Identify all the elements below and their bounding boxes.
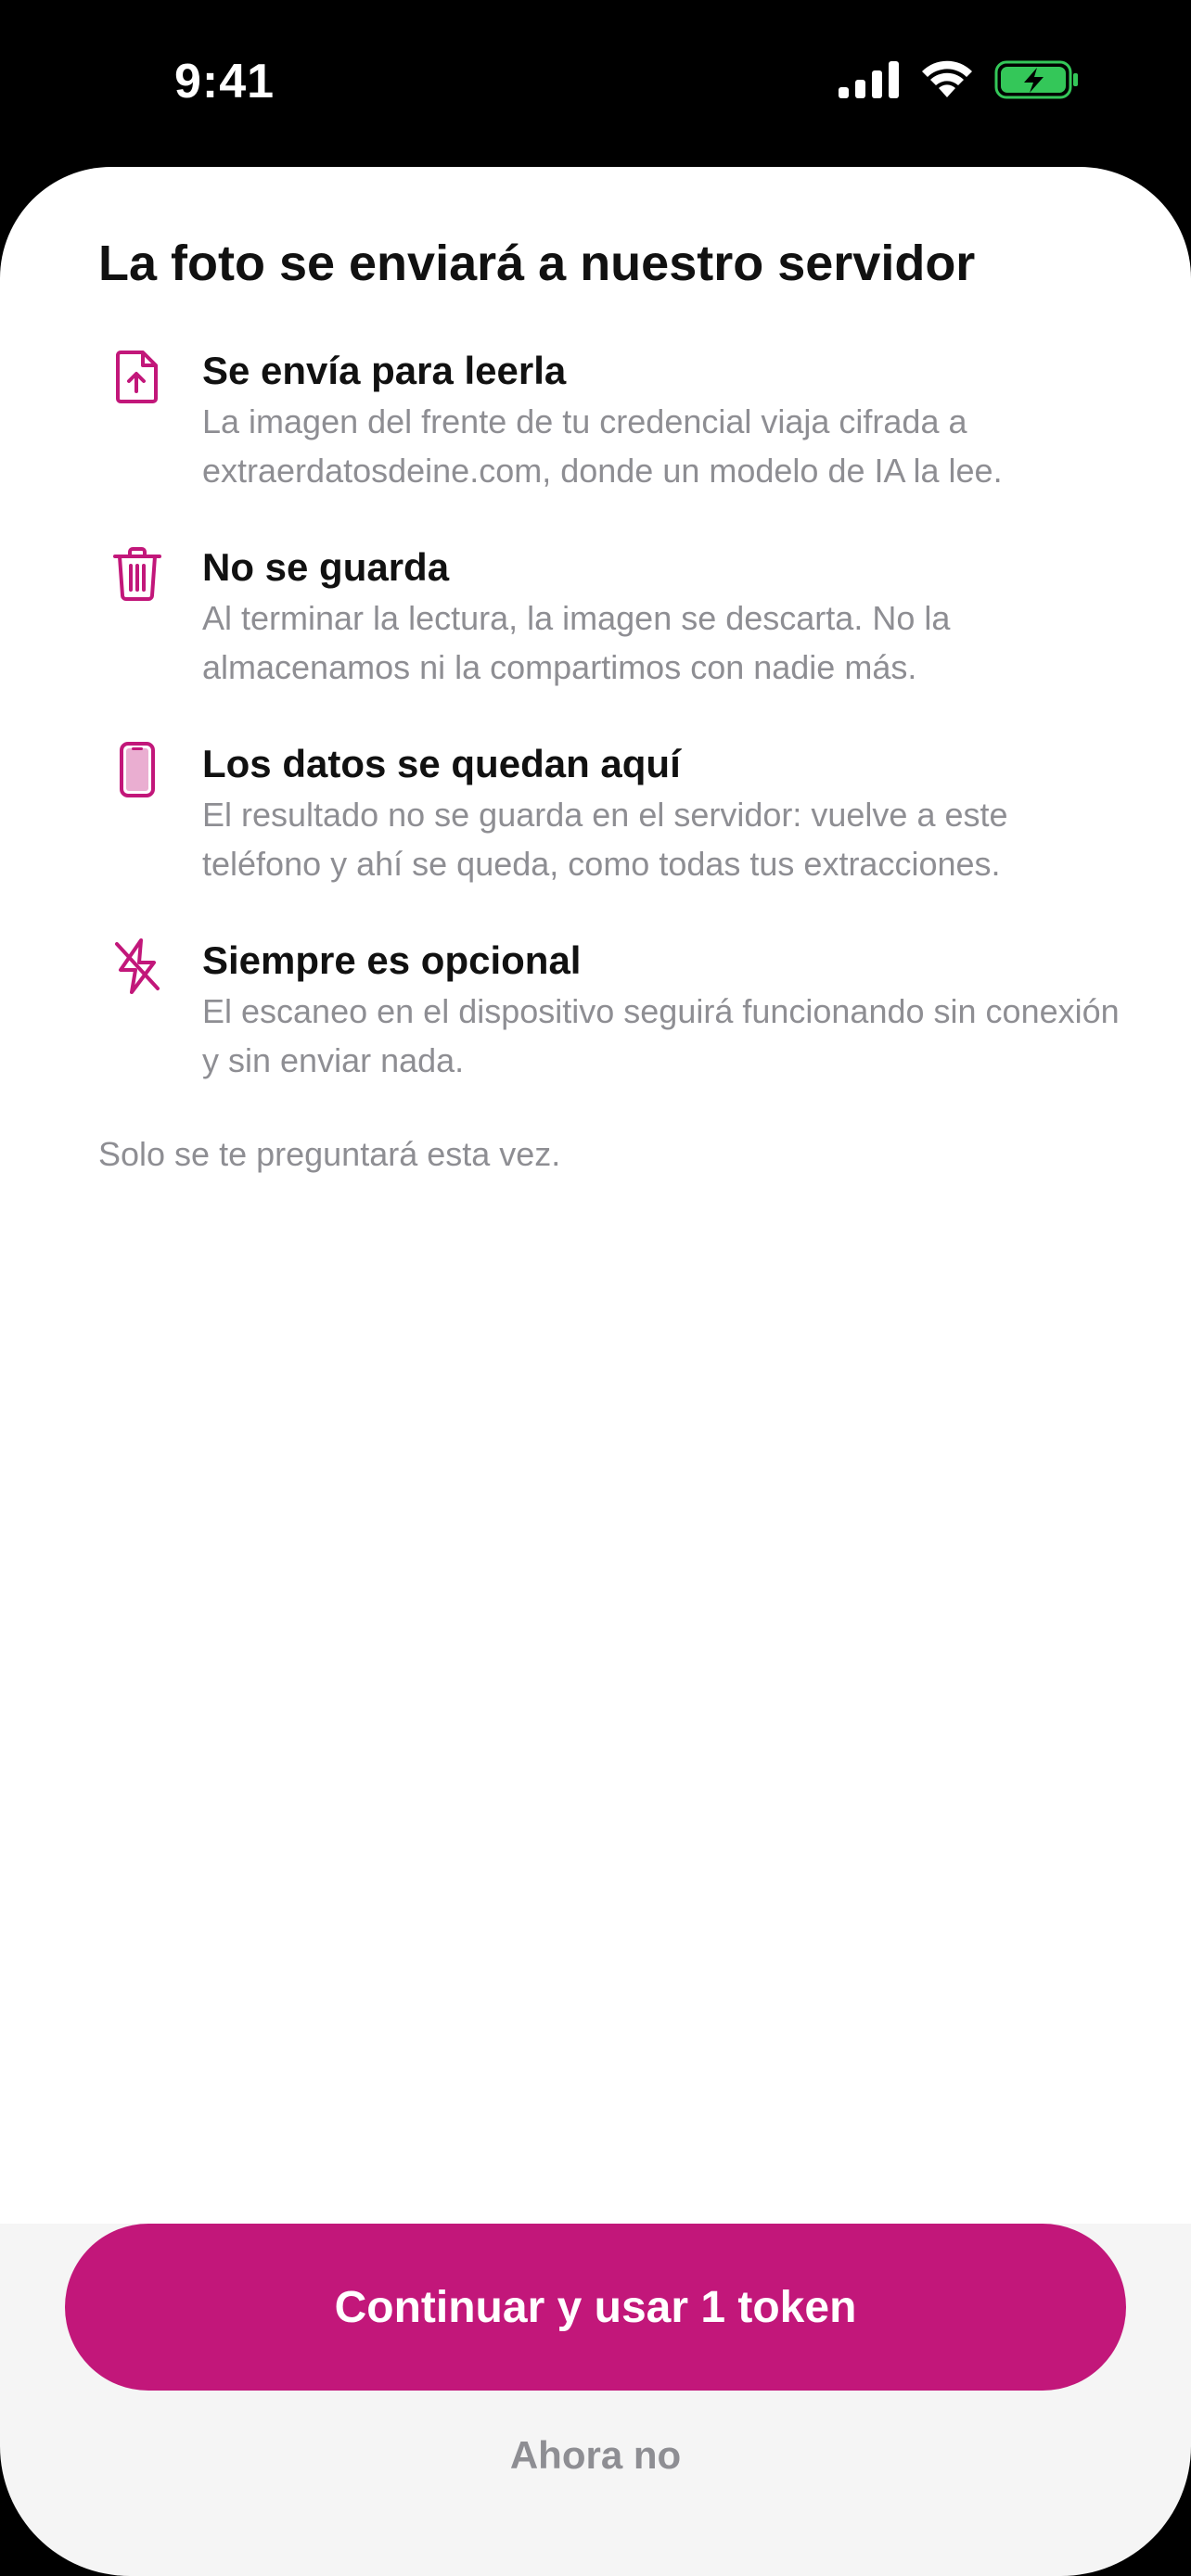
cellular-signal-icon — [839, 60, 900, 103]
item-description: La imagen del frente de tu credencial vi… — [202, 402, 1003, 490]
trash-icon — [108, 543, 167, 603]
footnote: Solo se te preguntará esta vez. — [98, 1135, 561, 1173]
item-title: No se guarda — [202, 545, 450, 589]
item-description: Al terminar la lectura, la imagen se des… — [202, 599, 951, 686]
item-title: Se envía para leerla — [202, 349, 567, 392]
phone-icon — [108, 740, 167, 799]
status-time: 9:41 — [174, 55, 275, 108]
device-corner-right — [1061, 2446, 1191, 2576]
battery-charging-icon — [994, 59, 1080, 105]
item-title: Los datos se quedan aquí — [202, 742, 681, 785]
file-upload-icon — [108, 347, 167, 406]
not-now-button[interactable]: Ahora no — [0, 2418, 1191, 2493]
status-icons — [839, 57, 1080, 106]
screen: 9:41 La foto se enviará a nuestro servid… — [0, 0, 1191, 2576]
item-title: Siempre es opcional — [202, 938, 582, 982]
bolt-slash-icon — [108, 937, 167, 996]
sheet-title: La foto se enviará a nuestro servidor — [98, 236, 976, 291]
item-description: El escaneo en el dispositivo seguirá fun… — [202, 992, 1120, 1079]
wifi-icon — [920, 60, 974, 104]
device-corner-left — [0, 2446, 130, 2576]
continue-button[interactable]: Continuar y usar 1 token — [65, 2224, 1126, 2391]
bottom-actions: Continuar y usar 1 token Ahora no — [0, 2224, 1191, 2576]
item-description: El resultado no se guarda en el servidor… — [202, 796, 1008, 883]
consent-sheet: La foto se enviará a nuestro servidor Se… — [0, 167, 1191, 2576]
status-bar: 9:41 — [0, 0, 1191, 167]
